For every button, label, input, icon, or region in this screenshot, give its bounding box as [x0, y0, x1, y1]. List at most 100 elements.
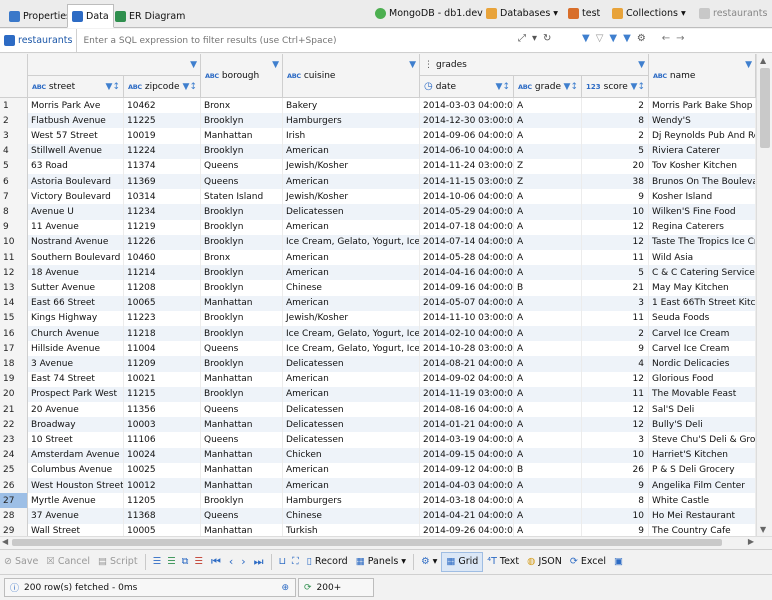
cell-name[interactable]: Carvel Ice Cream — [649, 326, 756, 342]
cell-street[interactable]: Morris Park Ave — [28, 98, 124, 114]
cell-grade[interactable]: A — [514, 508, 582, 524]
row-number[interactable]: 1 — [0, 98, 28, 114]
cell-date[interactable]: 2014-05-28 04:00:00 — [420, 250, 514, 266]
filter-icon[interactable]: ▼ — [409, 60, 416, 70]
back-icon[interactable]: ← — [662, 33, 670, 44]
filter-sort-icon[interactable]: ▼↕ — [183, 82, 197, 92]
cell-cuisine[interactable]: Hamburgers — [283, 113, 420, 129]
cell-grade[interactable]: A — [514, 189, 582, 205]
cell-cuisine[interactable]: American — [283, 371, 420, 387]
table-row[interactable]: 18 3 Avenue 11209 Brooklyn Delicatessen 2014-… — [0, 356, 756, 372]
table-row[interactable]: 14 East 66 Street 10065 Manhattan American 20… — [0, 295, 756, 311]
row-number[interactable]: 6 — [0, 174, 28, 190]
cell-street[interactable]: Stillwell Avenue — [28, 143, 124, 159]
cell-street[interactable]: Nostrand Avenue — [28, 234, 124, 250]
table-row[interactable]: 1 Morris Park Ave 10462 Bronx Bakery 2014-03-… — [0, 98, 756, 114]
cell-name[interactable]: Harriet'S Kitchen — [649, 447, 756, 463]
row-number[interactable]: 24 — [0, 447, 28, 463]
cell-borough[interactable]: Manhattan — [201, 295, 283, 311]
table-row[interactable]: 7 Victory Boulevard 10314 Staten Island Jewi… — [0, 189, 756, 205]
row-number[interactable]: 19 — [0, 371, 28, 387]
cell-borough[interactable]: Brooklyn — [201, 386, 283, 402]
row-number[interactable]: 9 — [0, 219, 28, 235]
text-view-button[interactable]: ⁴T Text — [483, 552, 523, 572]
connection-selector[interactable]: MongoDB - db1.dev — [375, 8, 483, 19]
row-number[interactable]: 4 — [0, 143, 28, 159]
cell-grade[interactable]: A — [514, 113, 582, 129]
column-header-grades[interactable]: ⋮ grades ▼ — [420, 54, 649, 76]
row-number[interactable]: 15 — [0, 310, 28, 326]
cell-date[interactable]: 2014-04-03 04:00:00 — [420, 478, 514, 494]
cell-borough[interactable]: Bronx — [201, 250, 283, 266]
cell-borough[interactable]: Manhattan — [201, 447, 283, 463]
cell-borough[interactable]: Manhattan — [201, 462, 283, 478]
cell-name[interactable]: Glorious Food — [649, 371, 756, 387]
row-number[interactable]: 8 — [0, 204, 28, 220]
cell-borough[interactable]: Queens — [201, 508, 283, 524]
panels-button[interactable]: ▦ Panels ▾ — [352, 552, 410, 572]
row-number[interactable]: 25 — [0, 462, 28, 478]
cell-score[interactable]: 21 — [582, 280, 649, 296]
cell-name[interactable]: The Movable Feast — [649, 386, 756, 402]
cell-street[interactable]: 3 Avenue — [28, 356, 124, 372]
cell-zipcode[interactable]: 10024 — [124, 447, 201, 463]
add-row-icon[interactable]: ☰ — [167, 556, 176, 567]
cell-grade[interactable]: B — [514, 462, 582, 478]
table-row[interactable]: 19 East 74 Street 10021 Manhattan American 20… — [0, 371, 756, 387]
cell-score[interactable]: 38 — [582, 174, 649, 190]
row-number[interactable]: 16 — [0, 326, 28, 342]
cell-name[interactable]: Sal'S Deli — [649, 402, 756, 418]
cell-street[interactable]: 10 Street — [28, 432, 124, 448]
row-number[interactable]: 17 — [0, 341, 28, 357]
column-header-zipcode[interactable]: ABC zipcode ▼↕ — [124, 76, 201, 98]
cell-borough[interactable]: Brooklyn — [201, 265, 283, 281]
cell-grade[interactable]: A — [514, 204, 582, 220]
cell-name[interactable]: Ho Mei Restaurant — [649, 508, 756, 524]
row-number[interactable]: 26 — [0, 478, 28, 494]
table-row[interactable]: 20 Prospect Park West 11215 Brooklyn America… — [0, 386, 756, 402]
cell-borough[interactable]: Queens — [201, 341, 283, 357]
cell-score[interactable]: 9 — [582, 189, 649, 205]
filter-sort-icon[interactable]: ▼↕ — [106, 82, 120, 92]
cell-cuisine[interactable]: American — [283, 250, 420, 266]
cell-borough[interactable]: Manhattan — [201, 417, 283, 433]
table-row[interactable]: 12 18 Avenue 11214 Brooklyn American 2014-04-… — [0, 265, 756, 281]
cell-zipcode[interactable]: 11219 — [124, 219, 201, 235]
table-row[interactable]: 8 Avenue U 11234 Brooklyn Delicatessen 2014-0… — [0, 204, 756, 220]
cell-grade[interactable]: Z — [514, 158, 582, 174]
cell-zipcode[interactable]: 10460 — [124, 250, 201, 266]
table-row[interactable]: 6 Astoria Boulevard 11369 Queens American 201… — [0, 174, 756, 190]
cell-street[interactable]: 20 Avenue — [28, 402, 124, 418]
table-row[interactable]: 21 20 Avenue 11356 Queens Delicatessen 2014-0… — [0, 402, 756, 418]
cell-zipcode[interactable]: 10005 — [124, 523, 201, 536]
row-number[interactable]: 27 — [0, 493, 28, 509]
filter-icon[interactable]: ▼ — [745, 60, 752, 70]
cell-name[interactable]: Brunos On The Boulevar — [649, 174, 756, 190]
cell-zipcode[interactable]: 11234 — [124, 204, 201, 220]
cell-name[interactable]: Taste The Tropics Ice Cr — [649, 234, 756, 250]
cell-date[interactable]: 2014-09-02 04:00:00 — [420, 371, 514, 387]
cell-date[interactable]: 2014-04-16 04:00:00 — [420, 265, 514, 281]
cell-score[interactable]: 2 — [582, 98, 649, 114]
cell-cuisine[interactable]: Delicatessen — [283, 204, 420, 220]
cell-name[interactable]: Wild Asia — [649, 250, 756, 266]
table-row[interactable]: 24 Amsterdam Avenue 10024 Manhattan Chicken 2… — [0, 447, 756, 463]
excel-view-button[interactable]: ⟳ Excel — [566, 552, 610, 572]
cell-date[interactable]: 2014-07-14 04:00:00 — [420, 234, 514, 250]
scroll-up-icon[interactable]: ▲ — [760, 56, 766, 65]
expand-icon[interactable]: ⤢ — [518, 33, 526, 44]
filter-icon[interactable]: ▼ — [190, 60, 197, 70]
cell-street[interactable]: Amsterdam Avenue — [28, 447, 124, 463]
cell-grade[interactable]: A — [514, 128, 582, 144]
delete-row-icon[interactable]: ☰ — [194, 556, 203, 567]
table-row[interactable]: 17 Hillside Avenue 11004 Queens Ice Cream, G… — [0, 341, 756, 357]
scroll-thumb[interactable] — [12, 539, 722, 546]
cell-score[interactable]: 8 — [582, 493, 649, 509]
cell-name[interactable]: 1 East 66Th Street Kitche — [649, 295, 756, 311]
cell-score[interactable]: 3 — [582, 432, 649, 448]
row-number[interactable]: 13 — [0, 280, 28, 296]
table-row[interactable]: 3 West 57 Street 10019 Manhattan Irish 2014-0… — [0, 128, 756, 144]
cell-borough[interactable]: Manhattan — [201, 523, 283, 536]
row-number[interactable]: 2 — [0, 113, 28, 129]
cell-street[interactable]: Southern Boulevard — [28, 250, 124, 266]
